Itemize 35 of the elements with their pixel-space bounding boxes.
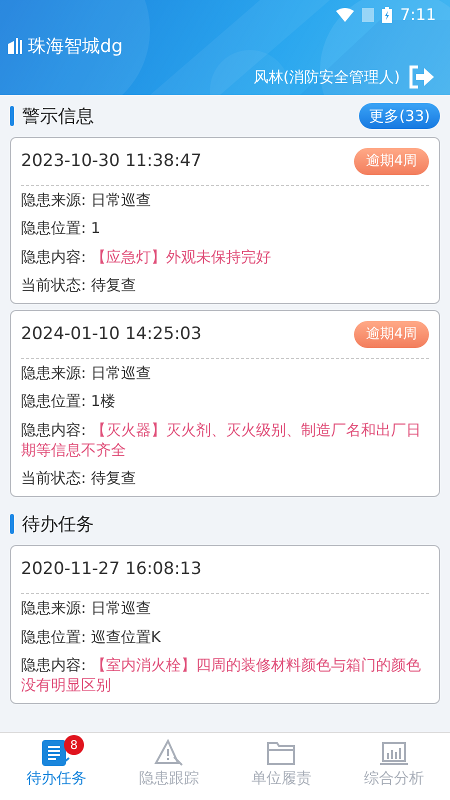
user-name: 风林(消防安全管理人) bbox=[253, 66, 400, 88]
overdue-tag: 逾期4周 bbox=[354, 148, 429, 175]
folder-icon bbox=[266, 739, 296, 767]
status-time: 7:11 bbox=[400, 4, 436, 26]
warning-icon bbox=[154, 739, 184, 767]
card-time: 2023-10-30 11:38:47 bbox=[21, 150, 202, 173]
hazard-card[interactable]: 2024-01-10 14:25:03 逾期4周 隐患来源: 日常巡查 隐患位置: 1楼 隐患内容: 【灭火器】灭火剂、灭火级别、制造厂名和出厂日期等信息不齐全 当前状态: 待复查 bbox=[10, 310, 440, 498]
field-row-text: 隐患位置: 巡查位置K bbox=[21, 626, 162, 648]
field-row-text: 隐患位置: 1楼 bbox=[21, 391, 116, 412]
app-title: 珠海智城dg bbox=[28, 34, 123, 58]
more-button[interactable]: 更多(33) bbox=[359, 102, 440, 130]
field-row-text: 隐患位置: 1 bbox=[21, 218, 102, 240]
count-badge: 8 bbox=[64, 735, 84, 755]
overdue-tag: 逾期4周 bbox=[354, 321, 429, 348]
wifi-icon bbox=[336, 8, 354, 22]
field-row-text: 隐患来源: 日常巡查 bbox=[21, 190, 152, 211]
logout-button[interactable] bbox=[408, 65, 434, 89]
field-row-text: 当前状态: 待复查 bbox=[21, 274, 137, 296]
battery-icon bbox=[382, 7, 392, 23]
hazard-card[interactable]: 2020-11-27 16:08:13 隐患来源: 日常巡查 隐患位置: 巡查位置K 隐患内容: 【室内消火栓】四周的装修材料颜色与箱门的颜色没有明显区别 bbox=[10, 545, 440, 704]
card-time: 2020-11-27 16:08:13 bbox=[21, 558, 202, 581]
field-row-text: 隐患内容: 【应急灯】外观未保持完好 bbox=[21, 246, 272, 268]
chart-icon bbox=[378, 739, 409, 767]
card-time: 2024-01-10 14:25:03 bbox=[21, 322, 202, 346]
field-row-text: 隐患内容: 【灭火器】灭火剂、灭火级别、制造厂名和出厂日期等信息不齐全 bbox=[21, 420, 422, 461]
hazard-card[interactable]: 2023-10-30 11:38:47 逾期4周 隐患来源: 日常巡查 隐患位置: 1 隐患内容: 【应急灯】外观未保持完好 当前状态: 待复查 bbox=[10, 137, 440, 304]
field-row-text: 隐患来源: 日常巡查 bbox=[21, 598, 152, 620]
field-row-text: 隐患来源: 日常巡查 bbox=[21, 363, 152, 384]
nav-tab[interactable]: 待办任务 8 bbox=[0, 733, 112, 800]
section-title: 待办任务 bbox=[22, 512, 95, 537]
building-icon bbox=[8, 38, 24, 54]
list-icon bbox=[41, 739, 72, 767]
section-title: 警示信息 bbox=[22, 104, 95, 128]
field-row-text: 隐患内容: 【室内消火栓】四周的装修材料颜色与箱门的颜色没有明显区别 bbox=[21, 654, 422, 696]
field-row-text: 当前状态: 待复查 bbox=[21, 468, 137, 489]
